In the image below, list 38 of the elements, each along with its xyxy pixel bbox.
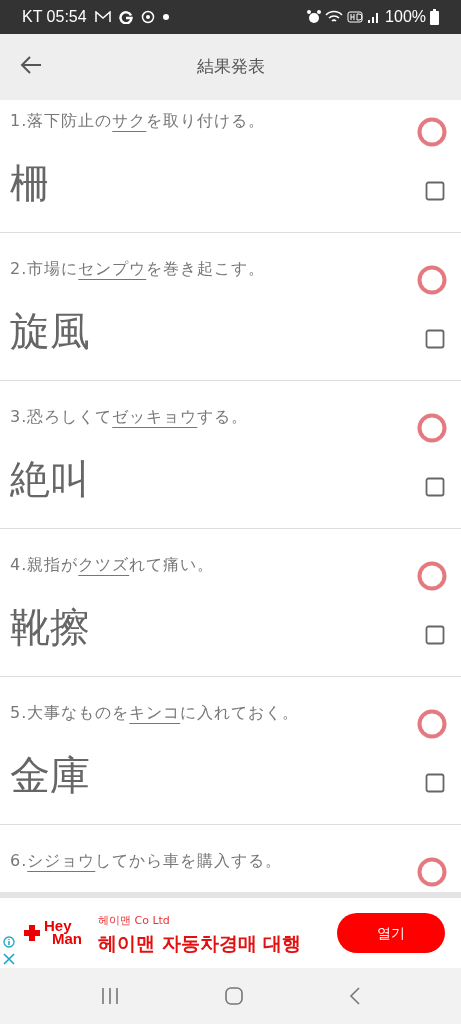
question-text: 4.親指がクツズれて痛い。: [10, 554, 215, 576]
screen-title: 結果発表: [196, 55, 265, 79]
answer-text: 絶叫: [10, 459, 90, 499]
status-time: KT 05:54: [22, 7, 87, 27]
home-icon[interactable]: [224, 986, 245, 1006]
answer-text: 靴擦: [10, 607, 90, 647]
info-icon[interactable]: [3, 936, 15, 948]
question-text: 6.シジョウ してから車を購入する。: [10, 850, 283, 872]
question-text: 3.恐ろしくて ゼッキョウする。: [10, 406, 249, 428]
logo-text: Hey: [44, 920, 72, 933]
mail-icon: [94, 11, 111, 23]
checkbox[interactable]: [425, 625, 445, 645]
close-icon[interactable]: [3, 953, 15, 965]
logo-text: Man: [52, 933, 82, 946]
checkbox[interactable]: [425, 181, 445, 201]
question-text: 5.大事なものをキンコ に入れておく。: [10, 702, 300, 724]
answer-text: 柵: [10, 163, 50, 203]
ad-headline: 헤이맨 자동차경매 대행: [98, 931, 302, 956]
question-text: 1.落下防止のサク を取り付ける。: [10, 110, 266, 132]
hd-icon: [347, 11, 364, 23]
battery-percent: 100%: [385, 7, 426, 27]
wifi-icon: [325, 10, 344, 24]
answer-text: 旋風: [10, 311, 90, 351]
sync-icon: [140, 10, 155, 24]
advertiser-name: 헤이맨 Co Ltd: [98, 912, 171, 929]
checkbox[interactable]: [425, 477, 445, 497]
cross-logo-icon: [24, 925, 40, 941]
question-text: 2.市場にセンプウ を巻き起こす。: [10, 258, 266, 280]
open-button[interactable]: 열기: [337, 913, 445, 953]
google-icon: [118, 10, 133, 24]
checkbox[interactable]: [425, 773, 445, 793]
recent-apps-icon[interactable]: [100, 987, 121, 1005]
back-icon[interactable]: [348, 986, 361, 1006]
dot-icon: [162, 14, 169, 20]
battery-icon: [430, 9, 439, 25]
answer-text: 金庫: [10, 755, 90, 795]
back-arrow-icon[interactable]: [20, 55, 42, 75]
checkbox[interactable]: [425, 329, 445, 349]
